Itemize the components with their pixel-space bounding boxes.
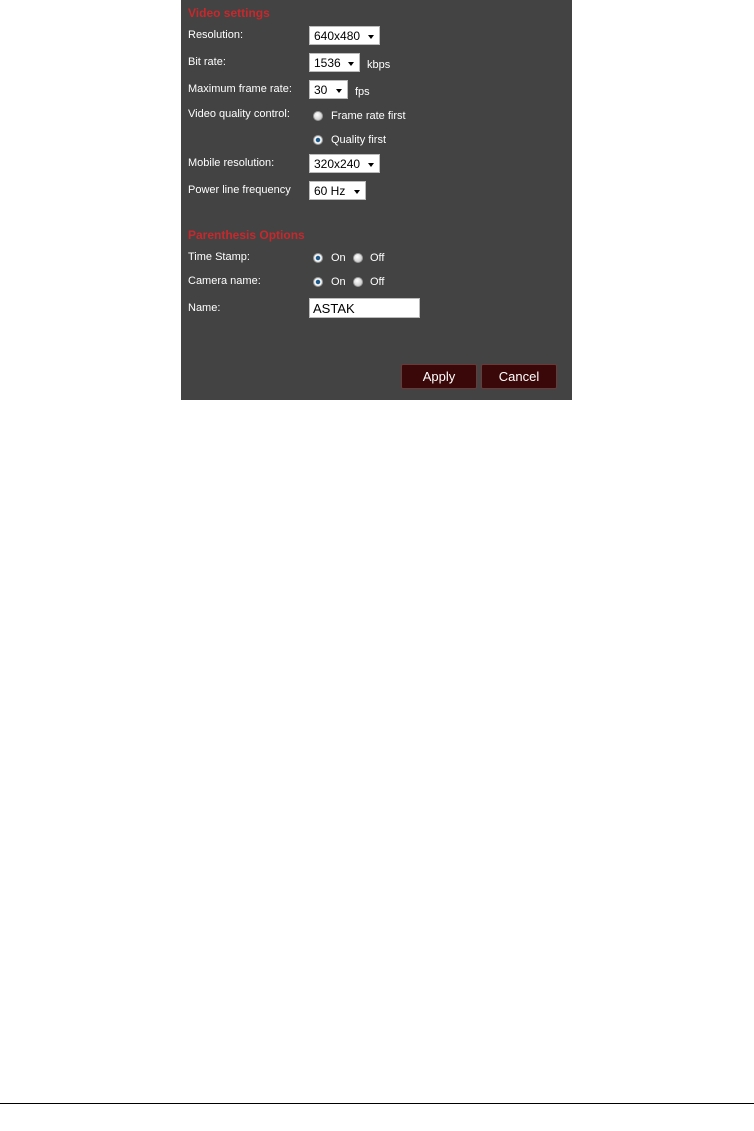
timestamp-off-radio[interactable] bbox=[353, 253, 363, 263]
framerate-unit: fps bbox=[355, 86, 370, 98]
chevron-down-icon bbox=[348, 62, 354, 66]
power-line-select[interactable]: 60 Hz bbox=[309, 181, 366, 200]
name-label: Name: bbox=[188, 302, 221, 314]
timestamp-on-radio[interactable] bbox=[313, 253, 323, 263]
bitrate-label: Bit rate: bbox=[188, 56, 226, 68]
chevron-down-icon bbox=[354, 190, 360, 194]
chevron-down-icon bbox=[336, 89, 342, 93]
chevron-down-icon bbox=[368, 163, 374, 167]
quality-label: Video quality control: bbox=[188, 108, 290, 120]
quality-first-label: Quality first bbox=[331, 134, 387, 146]
frame-rate-first-radio[interactable] bbox=[313, 111, 323, 121]
cancel-button[interactable]: Cancel bbox=[481, 364, 557, 389]
framerate-value: 30 bbox=[314, 83, 328, 97]
camera-on-label: On bbox=[331, 276, 346, 288]
bitrate-select[interactable]: 1536 bbox=[309, 53, 360, 72]
camera-on-radio[interactable] bbox=[313, 277, 323, 287]
camera-name-label: Camera name: bbox=[188, 275, 261, 287]
parenthesis-heading: Parenthesis Options bbox=[188, 228, 305, 242]
framerate-label: Maximum frame rate: bbox=[188, 83, 292, 95]
resolution-select[interactable]: 640x480 bbox=[309, 26, 380, 45]
resolution-value: 640x480 bbox=[314, 29, 361, 43]
timestamp-label: Time Stamp: bbox=[188, 251, 250, 263]
timestamp-on-label: On bbox=[331, 252, 346, 264]
page-divider bbox=[0, 1103, 754, 1104]
bitrate-value: 1536 bbox=[314, 56, 341, 70]
video-settings-heading: Video settings bbox=[188, 6, 270, 20]
chevron-down-icon bbox=[368, 35, 374, 39]
mobile-resolution-select[interactable]: 320x240 bbox=[309, 154, 380, 173]
mobile-resolution-value: 320x240 bbox=[314, 157, 361, 171]
power-line-value: 60 Hz bbox=[314, 184, 346, 198]
bitrate-unit: kbps bbox=[367, 59, 391, 71]
frame-rate-first-label: Frame rate first bbox=[331, 110, 406, 122]
quality-first-radio[interactable] bbox=[313, 135, 323, 145]
power-line-label: Power line frequency bbox=[188, 184, 291, 196]
framerate-select[interactable]: 30 bbox=[309, 80, 348, 99]
mobile-resolution-label: Mobile resolution: bbox=[188, 157, 275, 169]
apply-button[interactable]: Apply bbox=[401, 364, 477, 389]
resolution-label: Resolution: bbox=[188, 29, 244, 41]
camera-off-radio[interactable] bbox=[353, 277, 363, 287]
camera-off-label: Off bbox=[370, 276, 385, 288]
timestamp-off-label: Off bbox=[370, 252, 385, 264]
name-input[interactable]: ASTAK bbox=[309, 298, 420, 318]
video-settings-panel: Video settings Resolution: 640x480 Bit r… bbox=[181, 0, 572, 400]
